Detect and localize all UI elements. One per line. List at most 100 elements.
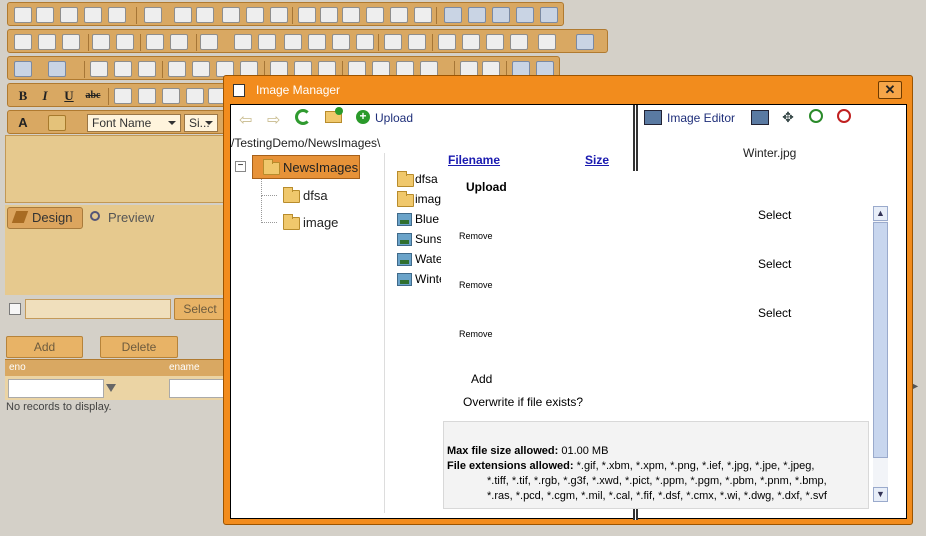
- bold-icon[interactable]: B: [13, 87, 33, 105]
- edit-icon[interactable]: [510, 34, 528, 50]
- table-properties-icon[interactable]: [462, 34, 480, 50]
- select-file-button[interactable]: Select: [758, 257, 791, 271]
- row-checkbox[interactable]: [9, 303, 21, 315]
- insert-break-icon[interactable]: [270, 7, 288, 23]
- checkbox-icon[interactable]: [222, 7, 240, 23]
- align-right-icon[interactable]: [162, 88, 180, 104]
- tree-node-dfsa[interactable]: dfsa: [281, 185, 361, 205]
- pencil-icon[interactable]: [468, 7, 486, 23]
- insert-column-icon[interactable]: [308, 34, 326, 50]
- fit-image-icon[interactable]: [751, 110, 769, 125]
- back-arrow-icon[interactable]: ⇦: [239, 110, 252, 130]
- acronym-icon[interactable]: [414, 7, 432, 23]
- insert-row-below-icon[interactable]: [258, 34, 276, 50]
- pencil-icon[interactable]: [540, 7, 558, 23]
- grid-column-eno[interactable]: eno: [9, 362, 26, 373]
- close-icon[interactable]: ✕: [878, 81, 902, 99]
- align-left-icon[interactable]: [114, 88, 132, 104]
- remove-file-button[interactable]: Remove: [459, 231, 493, 241]
- preview-mode-button[interactable]: Preview: [88, 208, 168, 228]
- document-manager-icon[interactable]: [146, 34, 164, 50]
- delete-button[interactable]: Delete: [100, 336, 178, 358]
- template-icon[interactable]: [84, 7, 102, 23]
- box-icon[interactable]: [174, 7, 192, 23]
- select-file-button[interactable]: Select: [758, 208, 791, 222]
- forward-arrow-icon[interactable]: ⇨: [267, 110, 280, 130]
- pencil-icon[interactable]: [444, 7, 462, 23]
- move-icon[interactable]: ✥: [779, 109, 797, 126]
- paragraph-icon[interactable]: [144, 7, 162, 23]
- align-center-icon[interactable]: [138, 88, 156, 104]
- filename-header[interactable]: Filename: [448, 153, 500, 167]
- flash-icon[interactable]: [92, 34, 110, 50]
- delete-column-icon[interactable]: [356, 34, 374, 50]
- dialog-titlebar[interactable]: Image Manager ✕: [224, 76, 912, 104]
- selection-icon[interactable]: [246, 7, 264, 23]
- row-input[interactable]: [25, 299, 171, 319]
- editor-content-area[interactable]: [5, 135, 229, 203]
- image-map-icon[interactable]: [62, 34, 80, 50]
- scroll-thumb[interactable]: [873, 222, 888, 458]
- textbox-icon[interactable]: [342, 7, 360, 23]
- size-header[interactable]: Size: [585, 153, 609, 167]
- cell-properties-icon[interactable]: [438, 34, 456, 50]
- table-icon[interactable]: [200, 34, 218, 50]
- remove-file-button[interactable]: Remove: [459, 329, 493, 339]
- delete-row-icon[interactable]: [284, 34, 302, 50]
- form-icon[interactable]: [196, 7, 214, 23]
- grid-filter-ename[interactable]: [169, 379, 229, 398]
- pencil-icon[interactable]: [516, 7, 534, 23]
- grid-filter-eno[interactable]: [8, 379, 104, 398]
- font-size-dropdown[interactable]: Si...: [184, 114, 218, 132]
- font-name-dropdown[interactable]: Font Name: [87, 114, 181, 132]
- xhtml-validator-icon[interactable]: [14, 7, 32, 23]
- scroll-down-arrow-icon[interactable]: ▼: [873, 487, 888, 502]
- edit-icon[interactable]: [486, 34, 504, 50]
- print-preview-icon[interactable]: [60, 7, 78, 23]
- justify-icon[interactable]: [186, 88, 204, 104]
- image-editor-link[interactable]: Image Editor: [667, 111, 735, 125]
- remove-file-button[interactable]: Remove: [459, 280, 493, 290]
- upload-scrollbar[interactable]: ▲ ▼: [873, 206, 888, 502]
- pencil-icon[interactable]: [576, 34, 594, 50]
- collapse-icon[interactable]: −: [235, 161, 246, 172]
- select-file-button[interactable]: Select: [758, 306, 791, 320]
- radio-icon[interactable]: [298, 7, 316, 23]
- overwrite-checkbox-label[interactable]: Overwrite if file exists?: [463, 395, 583, 409]
- pencil-icon[interactable]: [492, 7, 510, 23]
- image-editor-icon[interactable]: [644, 110, 662, 125]
- image-button-icon[interactable]: [366, 7, 384, 23]
- media-icon[interactable]: [116, 34, 134, 50]
- select-button[interactable]: Select: [174, 298, 226, 320]
- design-mode-button[interactable]: Design: [7, 207, 83, 229]
- upload-icon[interactable]: +: [356, 110, 370, 124]
- redo-icon[interactable]: [48, 61, 66, 77]
- merge-cells-icon[interactable]: [384, 34, 402, 50]
- spellcheck-icon[interactable]: [14, 34, 32, 50]
- tree-node-image[interactable]: image: [281, 212, 361, 232]
- scroll-up-arrow-icon[interactable]: ▲: [873, 206, 888, 221]
- abbreviation-icon[interactable]: [390, 7, 408, 23]
- italic-icon[interactable]: I: [35, 87, 55, 105]
- tree-node-newsimages[interactable]: NewsImages: [252, 155, 360, 179]
- cut-icon[interactable]: [90, 61, 108, 77]
- zoom-in-icon[interactable]: [809, 109, 823, 123]
- insert-row-icon[interactable]: [234, 34, 252, 50]
- upload-link[interactable]: Upload: [375, 111, 413, 125]
- font-color-icon[interactable]: A: [13, 114, 33, 132]
- paste-icon[interactable]: [138, 61, 156, 77]
- refresh-icon[interactable]: [295, 109, 311, 125]
- paste-word-icon[interactable]: [168, 61, 186, 77]
- template-manager-icon[interactable]: [170, 34, 188, 50]
- format-stripper-icon[interactable]: [108, 7, 126, 23]
- grid-column-ename[interactable]: ename: [169, 362, 200, 373]
- filter-icon[interactable]: [106, 384, 116, 392]
- highlight-icon[interactable]: [48, 115, 66, 131]
- copy-icon[interactable]: [114, 61, 132, 77]
- symbols-icon[interactable]: [538, 34, 556, 50]
- split-cell-icon[interactable]: [408, 34, 426, 50]
- add-button[interactable]: Add: [6, 336, 83, 358]
- undo-icon[interactable]: [14, 61, 32, 77]
- add-file-button[interactable]: Add: [471, 372, 492, 386]
- button-icon[interactable]: [320, 7, 338, 23]
